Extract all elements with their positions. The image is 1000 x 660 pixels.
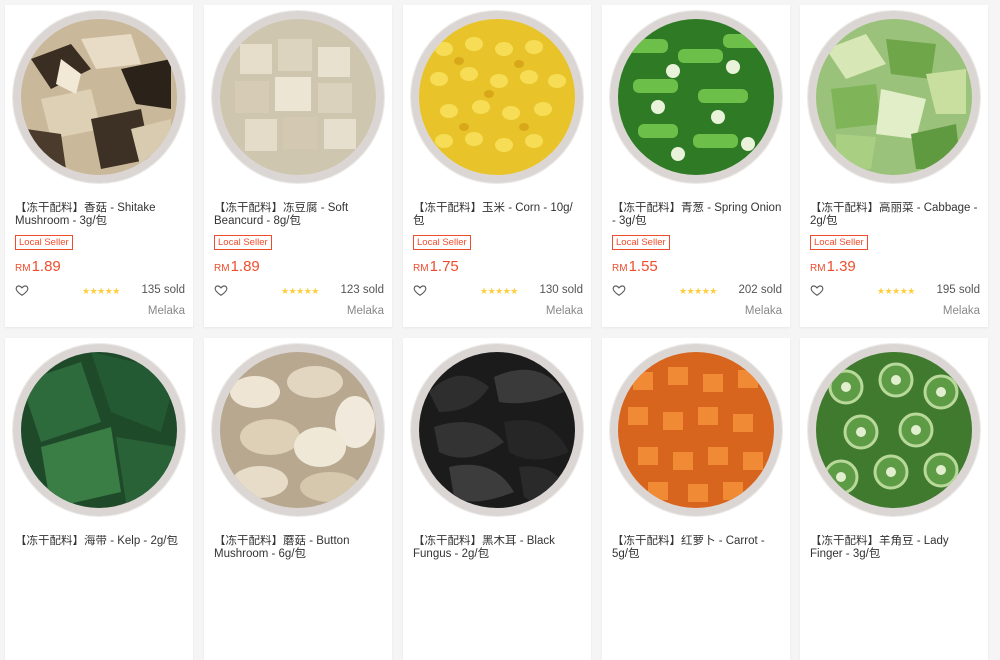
product-title[interactable]: 【冻干配料】羊角豆 - Lady Finger - 3g/包 <box>810 535 980 563</box>
heart-icon[interactable] <box>15 283 29 297</box>
sold-count: 130 sold <box>539 284 583 296</box>
product-card[interactable]: 【冻干配料】羊角豆 - Lady Finger - 3g/包 <box>800 338 988 660</box>
product-image[interactable] <box>411 11 583 183</box>
product-price: RM1.39 <box>810 258 856 275</box>
rating-stars: ★★★★★ <box>480 286 518 296</box>
seller-location: Melaka <box>744 305 782 317</box>
heart-icon[interactable] <box>612 283 626 297</box>
kelp-image <box>21 352 177 508</box>
price-value: 1.89 <box>31 258 61 275</box>
rating-stars: ★★★★★ <box>679 286 717 296</box>
product-image[interactable] <box>808 344 980 516</box>
local-seller-badge: Local Seller <box>612 235 670 250</box>
seller-location: Melaka <box>942 305 980 317</box>
product-price: RM1.89 <box>214 258 260 275</box>
product-card[interactable]: 【冻干配料】高丽菜 - Cabbage - 2g/包 Local Seller … <box>800 5 988 327</box>
heart-icon[interactable] <box>413 283 427 297</box>
carrot-image <box>618 352 774 508</box>
product-title[interactable]: 【冻干配料】冻豆腐 - Soft Beancurd - 8g/包 <box>214 202 384 230</box>
seller-location: Melaka <box>147 305 185 317</box>
product-image[interactable] <box>808 11 980 183</box>
sold-count: 195 sold <box>936 284 980 296</box>
currency-label: RM <box>612 263 628 274</box>
product-card[interactable]: 【冻干配料】玉米 - Corn - 10g/包 Local Seller RM1… <box>403 5 591 327</box>
product-title[interactable]: 【冻干配料】玉米 - Corn - 10g/包 <box>413 202 583 230</box>
local-seller-badge: Local Seller <box>15 235 73 250</box>
currency-label: RM <box>214 263 230 274</box>
product-image[interactable] <box>610 344 782 516</box>
product-title[interactable]: 【冻干配料】青葱 - Spring Onion - 3g/包 <box>612 202 782 230</box>
local-seller-badge: Local Seller <box>810 235 868 250</box>
product-card[interactable]: 【冻干配料】冻豆腐 - Soft Beancurd - 8g/包 Local S… <box>204 5 392 327</box>
seller-location: Melaka <box>346 305 384 317</box>
product-price: RM1.55 <box>612 258 658 275</box>
seller-location: Melaka <box>545 305 583 317</box>
product-card[interactable]: 【冻干配料】黑木耳 - Black Fungus - 2g/包 <box>403 338 591 660</box>
product-title[interactable]: 【冻干配料】蘑菇 - Button Mushroom - 6g/包 <box>214 535 384 563</box>
product-image[interactable] <box>212 11 384 183</box>
heart-icon[interactable] <box>810 283 824 297</box>
price-value: 1.39 <box>826 258 856 275</box>
beancurd-image <box>220 19 376 175</box>
product-title[interactable]: 【冻干配料】黑木耳 - Black Fungus - 2g/包 <box>413 535 583 563</box>
currency-label: RM <box>810 263 826 274</box>
product-title[interactable]: 【冻干配料】海带 - Kelp - 2g/包 <box>15 535 185 563</box>
lady-finger-image <box>816 352 972 508</box>
product-image[interactable] <box>13 11 185 183</box>
black-fungus-image <box>419 352 575 508</box>
product-image[interactable] <box>411 344 583 516</box>
product-card[interactable]: 【冻干配料】红萝卜 - Carrot - 5g/包 <box>602 338 790 660</box>
product-image[interactable] <box>212 344 384 516</box>
button-mushroom-image <box>220 352 376 508</box>
product-grid: 【冻干配料】香菇 - Shitake Mushroom - 3g/包 Local… <box>0 0 1000 660</box>
price-value: 1.55 <box>628 258 658 275</box>
product-card[interactable]: 【冻干配料】青葱 - Spring Onion - 3g/包 Local Sel… <box>602 5 790 327</box>
product-card[interactable]: 【冻干配料】海带 - Kelp - 2g/包 <box>5 338 193 660</box>
sold-count: 135 sold <box>141 284 185 296</box>
product-price: RM1.75 <box>413 258 459 275</box>
local-seller-badge: Local Seller <box>413 235 471 250</box>
product-title[interactable]: 【冻干配料】高丽菜 - Cabbage - 2g/包 <box>810 202 980 230</box>
product-image[interactable] <box>13 344 185 516</box>
shiitake-mushroom-image <box>21 19 177 175</box>
product-card[interactable]: 【冻干配料】香菇 - Shitake Mushroom - 3g/包 Local… <box>5 5 193 327</box>
sold-count: 123 sold <box>340 284 384 296</box>
corn-image <box>419 19 575 175</box>
spring-onion-image <box>618 19 774 175</box>
currency-label: RM <box>413 263 429 274</box>
product-card[interactable]: 【冻干配料】蘑菇 - Button Mushroom - 6g/包 <box>204 338 392 660</box>
product-image[interactable] <box>610 11 782 183</box>
price-value: 1.75 <box>429 258 459 275</box>
sold-count: 202 sold <box>738 284 782 296</box>
product-title[interactable]: 【冻干配料】香菇 - Shitake Mushroom - 3g/包 <box>15 202 185 230</box>
local-seller-badge: Local Seller <box>214 235 272 250</box>
product-price: RM1.89 <box>15 258 61 275</box>
product-title[interactable]: 【冻干配料】红萝卜 - Carrot - 5g/包 <box>612 535 782 563</box>
heart-icon[interactable] <box>214 283 228 297</box>
cabbage-image <box>816 19 972 175</box>
rating-stars: ★★★★★ <box>82 286 120 296</box>
rating-stars: ★★★★★ <box>281 286 319 296</box>
price-value: 1.89 <box>230 258 260 275</box>
currency-label: RM <box>15 263 31 274</box>
rating-stars: ★★★★★ <box>877 286 915 296</box>
